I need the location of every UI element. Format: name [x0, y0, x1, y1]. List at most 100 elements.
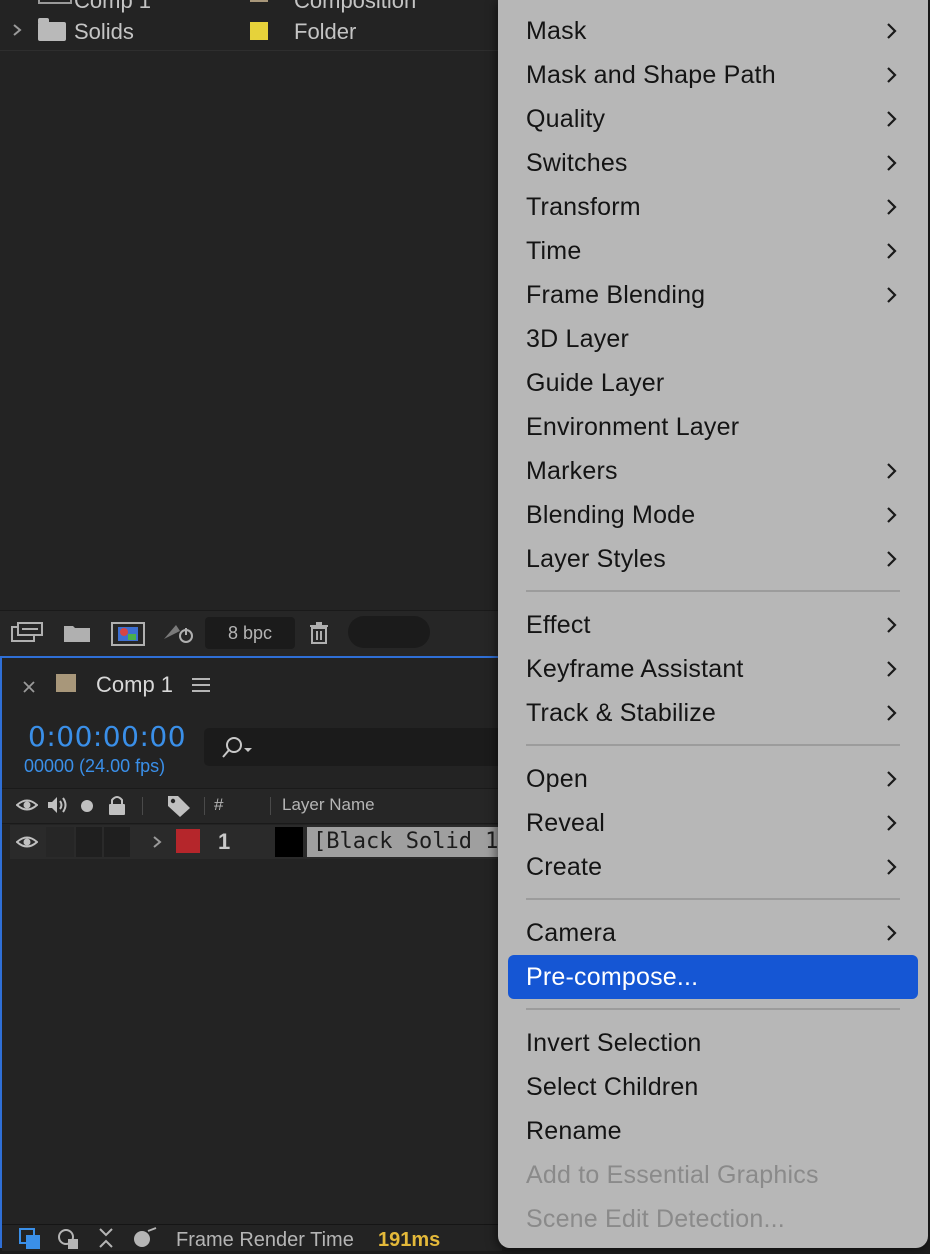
chevron-right-icon	[882, 461, 902, 481]
timeline-footer: Frame Render Time 191ms	[2, 1224, 502, 1251]
visibility-eye-icon[interactable]	[15, 833, 39, 856]
search-icon	[220, 736, 252, 758]
menu-item-keyframe-assistant[interactable]: Keyframe Assistant	[498, 647, 928, 691]
toolbar-slider[interactable]	[348, 616, 430, 648]
menu-item-label: Select Children	[526, 1073, 699, 1101]
chevron-right-icon[interactable]	[150, 832, 164, 857]
project-item-type: Folder	[294, 19, 357, 44]
solo-icon	[80, 799, 94, 818]
menu-item-frame-blending[interactable]: Frame Blending	[498, 273, 928, 317]
menu-item-reveal[interactable]: Reveal	[498, 801, 928, 845]
menu-separator	[526, 898, 900, 900]
layer-row[interactable]: 1 [Black Solid 1]	[10, 825, 512, 859]
eye-icon	[15, 796, 39, 819]
render-settings-icon[interactable]	[162, 621, 198, 645]
menu-item-label: Scene Edit Detection...	[526, 1205, 785, 1233]
new-composition-icon[interactable]	[110, 621, 146, 646]
menu-item-label: Track & Stabilize	[526, 699, 717, 727]
layer-label-swatch[interactable]	[176, 829, 200, 853]
chevron-right-icon	[882, 109, 902, 129]
lock-icon	[106, 794, 128, 821]
interpret-footage-icon[interactable]	[10, 621, 44, 645]
layer-name-cell[interactable]: [Black Solid 1]	[307, 827, 512, 857]
menu-item-blending-mode[interactable]: Blending Mode	[498, 493, 928, 537]
lock-switch[interactable]	[104, 827, 130, 857]
chevron-right-icon	[882, 241, 902, 261]
menu-item-label: Camera	[526, 919, 617, 947]
menu-item-environment-layer[interactable]: Environment Layer	[498, 405, 928, 449]
current-time-display[interactable]: 0:00:00:00	[28, 720, 186, 753]
menu-item-transform[interactable]: Transform	[498, 185, 928, 229]
number-column-header: #	[214, 795, 224, 814]
menu-item-label: Create	[526, 853, 603, 881]
menu-item-invert-selection[interactable]: Invert Selection	[498, 1021, 928, 1065]
header-separator	[204, 797, 205, 815]
menu-item-mask-and-shape-path[interactable]: Mask and Shape Path	[498, 53, 928, 97]
layer-name: [Black Solid 1]	[313, 829, 512, 854]
toggle-in-out-icon[interactable]	[94, 1227, 118, 1254]
header-separator	[270, 797, 271, 815]
toggle-render-time-icon[interactable]	[132, 1227, 158, 1254]
tab-comp-title[interactable]: Comp 1	[96, 672, 173, 698]
menu-item-track-stabilize[interactable]: Track & Stabilize	[498, 691, 928, 735]
menu-item-label: Guide Layer	[526, 369, 665, 397]
menu-item-scene-edit-detection: Scene Edit Detection...	[498, 1197, 928, 1241]
header-separator	[142, 797, 143, 815]
menu-separator	[526, 590, 900, 592]
menu-item-3d-layer[interactable]: 3D Layer	[498, 317, 928, 361]
menu-item-time[interactable]: Time	[498, 229, 928, 273]
bit-depth-button[interactable]: 8 bpc	[205, 617, 295, 649]
menu-item-label: Markers	[526, 457, 618, 485]
menu-item-markers[interactable]: Markers	[498, 449, 928, 493]
menu-item-label: Keyframe Assistant	[526, 655, 744, 683]
menu-item-label: Layer Styles	[526, 545, 666, 573]
menu-item-label: Effect	[526, 611, 591, 639]
chevron-right-icon[interactable]	[10, 20, 24, 40]
close-icon[interactable]	[22, 674, 36, 700]
chevron-right-icon	[882, 21, 902, 41]
menu-item-label: Quality	[526, 105, 606, 133]
menu-item-add-to-essential-graphics: Add to Essential Graphics	[498, 1153, 928, 1197]
trash-icon[interactable]	[308, 621, 330, 645]
project-row-solids[interactable]: Solids Folder	[0, 12, 500, 50]
divider	[0, 50, 500, 51]
menu-item-quality[interactable]: Quality	[498, 97, 928, 141]
composition-icon	[38, 0, 72, 4]
toggle-switches-icon[interactable]	[18, 1227, 42, 1254]
menu-item-layer-styles[interactable]: Layer Styles	[498, 537, 928, 581]
toggle-modes-icon[interactable]	[56, 1227, 80, 1254]
chevron-right-icon	[882, 197, 902, 217]
audio-switch[interactable]	[46, 827, 74, 857]
layer-search-input[interactable]	[204, 728, 504, 766]
menu-item-select-children[interactable]: Select Children	[498, 1065, 928, 1109]
chevron-right-icon	[882, 549, 902, 569]
layer-name-column-header[interactable]: Layer Name	[282, 795, 375, 815]
menu-item-label: Rename	[526, 1117, 622, 1145]
folder-icon	[38, 18, 66, 41]
menu-item-label: Mask	[526, 17, 587, 45]
chevron-right-icon	[882, 923, 902, 943]
new-folder-icon[interactable]	[63, 621, 91, 645]
menu-item-camera[interactable]: Camera	[498, 911, 928, 955]
frame-rate-display: 00000 (24.00 fps)	[24, 756, 166, 776]
chevron-right-icon	[882, 285, 902, 305]
menu-item-label: Invert Selection	[526, 1029, 702, 1057]
menu-item-mask[interactable]: Mask	[498, 9, 928, 53]
menu-item-open[interactable]: Open	[498, 757, 928, 801]
menu-item-label: Mask and Shape Path	[526, 61, 776, 89]
menu-item-label: 3D Layer	[526, 325, 630, 353]
menu-item-switches[interactable]: Switches	[498, 141, 928, 185]
menu-item-rename[interactable]: Rename	[498, 1109, 928, 1153]
menu-separator	[526, 1008, 900, 1010]
panel-menu-icon[interactable]	[192, 678, 210, 692]
layer-number: 1	[218, 829, 231, 854]
menu-item-pre-compose[interactable]: Pre-compose...	[508, 955, 918, 999]
chevron-right-icon	[882, 65, 902, 85]
menu-separator	[526, 744, 900, 746]
composition-label-swatch	[56, 674, 76, 692]
menu-item-effect[interactable]: Effect	[498, 603, 928, 647]
frame-render-time-value: 191ms	[378, 1229, 441, 1251]
solo-switch[interactable]	[76, 827, 102, 857]
menu-item-create[interactable]: Create	[498, 845, 928, 889]
menu-item-guide-layer[interactable]: Guide Layer	[498, 361, 928, 405]
